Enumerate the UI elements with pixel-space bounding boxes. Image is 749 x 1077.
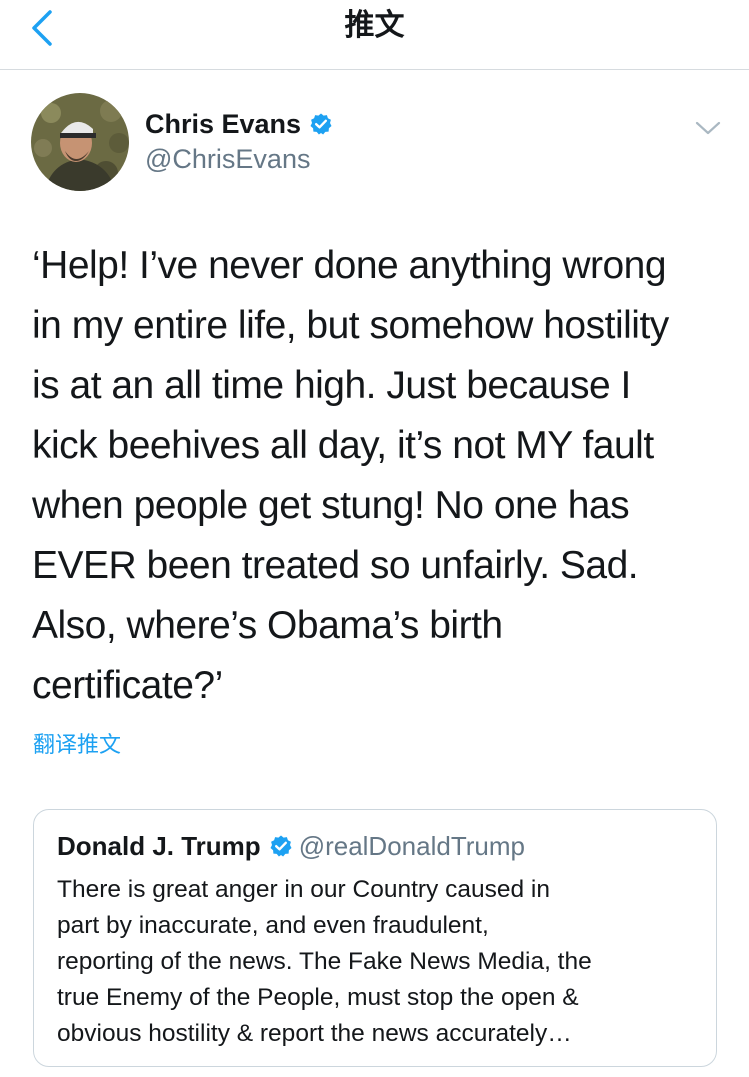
quoted-author-name: Donald J. Trump [57, 831, 261, 861]
verified-badge-icon [269, 834, 293, 858]
author-photo [31, 93, 129, 191]
quoted-tweet-header: Donald J. Trump @realDonaldTrump [57, 828, 525, 864]
tweet-menu-button[interactable] [692, 114, 724, 142]
navigation-bar: 推文 [0, 0, 749, 70]
quoted-tweet-text: There is great anger in our Country caus… [57, 876, 592, 1047]
author-name[interactable]: Chris Evans [145, 106, 333, 142]
chevron-down-icon [695, 121, 721, 135]
page-title: 推文 [344, 8, 405, 43]
translate-tweet-link[interactable]: 翻译推文 [33, 730, 121, 762]
quoted-author-handle: @realDonaldTrump [298, 831, 525, 861]
verified-badge-icon [309, 112, 333, 136]
author-handle[interactable]: @ChrisEvans [145, 141, 310, 177]
quoted-tweet-card[interactable]: Donald J. Trump @realDonaldTrump There i… [33, 809, 717, 1067]
tweet-text: ‘Help! I’ve never done anything wrong in… [32, 244, 669, 707]
avatar[interactable] [31, 93, 129, 191]
author-name-text: Chris Evans [145, 109, 302, 139]
